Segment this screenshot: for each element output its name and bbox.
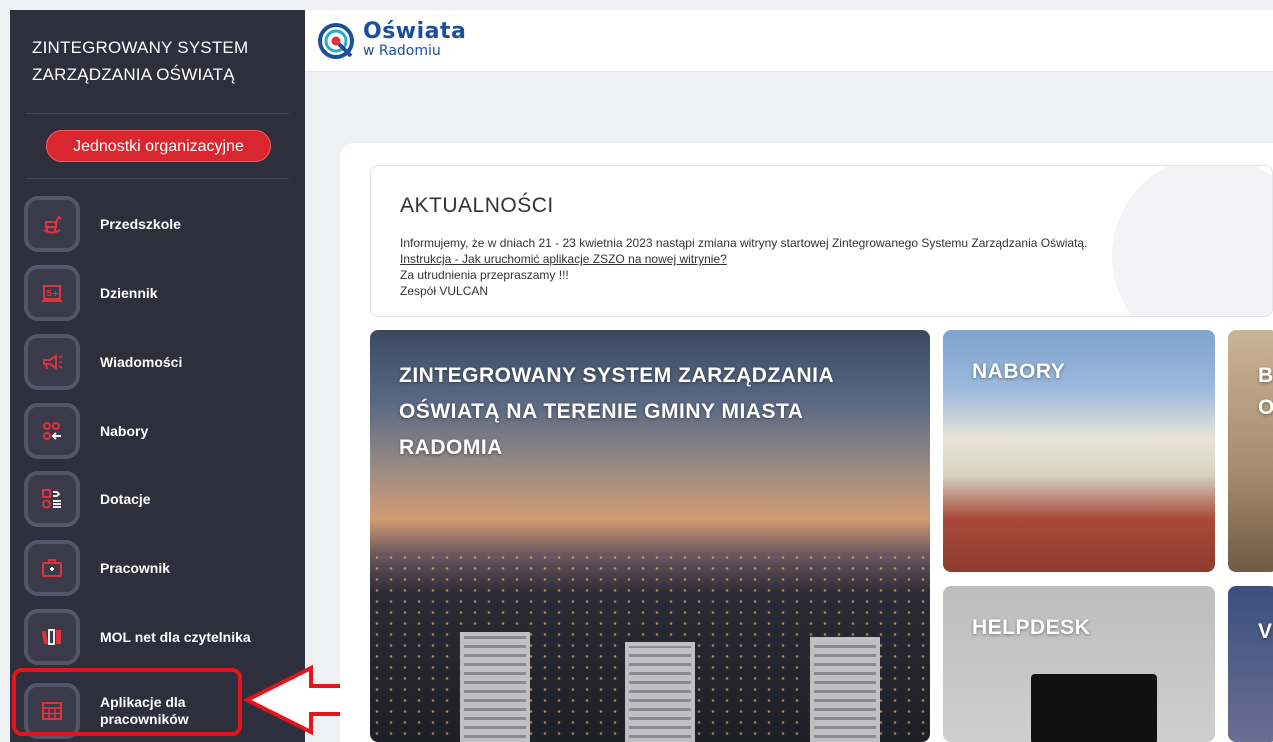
tile-nabory[interactable]: NABORY <box>943 330 1215 572</box>
sidebar-item-label: Nabory <box>100 422 149 439</box>
logo-text[interactable]: Oświata w Radomiu <box>363 19 467 60</box>
building <box>810 637 880 742</box>
grade-book-icon: 5+ <box>40 281 64 305</box>
news-title: AKTUALNOŚCI <box>400 194 554 217</box>
tile-title: B O <box>1258 360 1273 424</box>
news-signature: Zespół VULCAN <box>400 284 489 298</box>
sidebar-item-pracownik[interactable]: Pracownik <box>24 538 294 598</box>
tile-helpdesk[interactable]: HELPDESK <box>943 586 1215 742</box>
divider <box>26 178 289 179</box>
tile-partial-b[interactable]: B O <box>1228 330 1273 572</box>
sidebar-item-dziennik[interactable]: 5+ Dziennik <box>24 263 294 323</box>
logo-line2: w Radomiu <box>363 43 441 59</box>
sidebar: ZINTEGROWANY SYSTEM ZARZĄDZANIA OŚWIATĄ … <box>10 10 305 742</box>
sidebar-item-label: MOL net dla czytelnika <box>100 628 251 645</box>
news-text: Informujemy, że w dniach 21 - 23 kwietni… <box>400 236 1088 250</box>
tile-title-line1: B <box>1258 364 1273 387</box>
sidebar-item-label: Pracownik <box>100 559 171 576</box>
building <box>460 632 530 742</box>
news-body: Informujemy, że w dniach 21 - 23 kwietni… <box>400 235 1087 299</box>
sidebar-item-label: Przedszkole <box>100 215 181 232</box>
monitor-image <box>1031 674 1157 742</box>
instruction-link[interactable]: Instrukcja - Jak uruchomić aplikacje ZSZ… <box>400 252 727 266</box>
tile-title: V <box>1258 620 1273 643</box>
tile-zszo-radom[interactable]: ZINTEGROWANY SYSTEM ZARZĄDZANIA OŚWIATĄ … <box>370 330 930 742</box>
tile-title: NABORY <box>972 360 1066 383</box>
menu-icon-box <box>24 609 80 665</box>
sidebar-item-label: Wiadomości <box>100 353 183 370</box>
sidebar-item-wiadomosci[interactable]: Wiadomości <box>24 332 294 392</box>
organizational-units-button[interactable]: Jednostki organizacyjne <box>46 130 271 162</box>
menu-icon-box <box>24 471 80 527</box>
menu-icon-box <box>24 334 80 390</box>
divider <box>26 113 289 114</box>
news-text: Za utrudnienia przepraszamy !!! <box>400 268 569 282</box>
tile-title-line2: O <box>1258 396 1273 419</box>
tile-title: HELPDESK <box>972 616 1091 639</box>
news-card: AKTUALNOŚCI Informujemy, że w dniach 21 … <box>370 165 1273 317</box>
sidebar-item-label: Dziennik <box>100 284 158 301</box>
sidebar-item-dotacje[interactable]: Dotacje <box>24 469 294 529</box>
menu-icon-box <box>24 196 80 252</box>
menu-icon-box <box>24 540 80 596</box>
logo-line1: Oświata <box>363 19 467 44</box>
sidebar-item-label: Dotacje <box>100 490 151 507</box>
app-title-line1: ZINTEGROWANY SYSTEM <box>32 38 249 57</box>
app-title: ZINTEGROWANY SYSTEM ZARZĄDZANIA OŚWIATĄ <box>10 10 305 88</box>
sidebar-item-nabory[interactable]: Nabory <box>24 401 294 461</box>
menu-icon-box <box>24 403 80 459</box>
tile-title: ZINTEGROWANY SYSTEM ZARZĄDZANIA OŚWIATĄ … <box>399 364 834 459</box>
rocking-horse-icon <box>40 212 64 236</box>
sidebar-item-mol-net[interactable]: MOL net dla czytelnika <box>24 607 294 667</box>
decorative-background <box>1112 166 1272 316</box>
recruitment-icon <box>40 419 64 443</box>
app-title-line2: ZARZĄDZANIA OŚWIATĄ <box>32 65 235 84</box>
menu-icon-box: 5+ <box>24 265 80 321</box>
sidebar-item-przedszkole[interactable]: Przedszkole <box>24 194 294 254</box>
megaphone-icon <box>40 350 64 374</box>
tile-partial-v[interactable]: V <box>1228 586 1273 742</box>
building <box>625 642 695 742</box>
briefcase-icon <box>40 556 64 580</box>
svg-text:5+: 5+ <box>47 289 59 298</box>
header: Oświata w Radomiu <box>305 10 1273 72</box>
oswiata-logo-icon[interactable] <box>317 22 355 60</box>
highlight-box <box>12 668 242 736</box>
subsidy-icon <box>40 487 64 511</box>
books-icon <box>40 625 64 649</box>
